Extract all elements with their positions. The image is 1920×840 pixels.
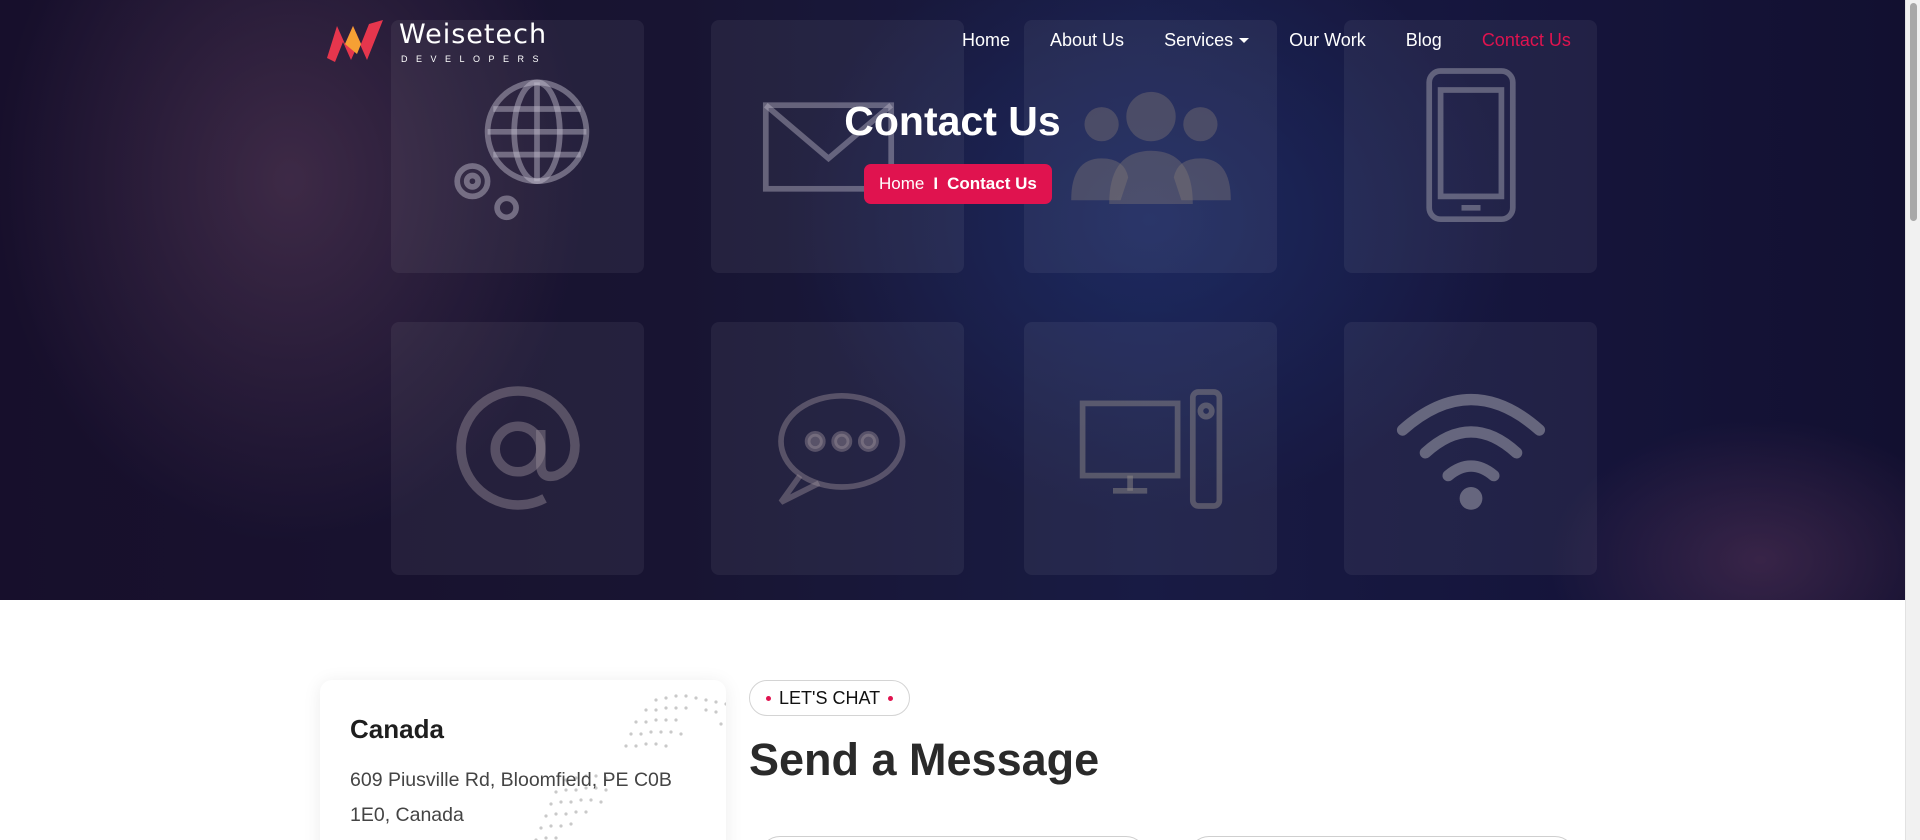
envelope-tile xyxy=(711,20,964,273)
scrollbar-thumb[interactable] xyxy=(1910,3,1917,221)
wifi-icon xyxy=(1396,393,1545,510)
globe-gears-icon xyxy=(453,79,589,220)
page-scrollbar[interactable] xyxy=(1905,0,1920,840)
send-message-heading: Send a Message xyxy=(749,734,1100,785)
brand-logo[interactable]: Weisetech DEVELOPERS xyxy=(323,18,547,64)
email-field[interactable] xyxy=(1189,836,1575,840)
nav-home[interactable]: Home xyxy=(962,30,1010,51)
nav-services-label: Services xyxy=(1164,30,1234,50)
breadcrumb-current: Contact Us xyxy=(947,174,1037,193)
nav-about-us[interactable]: About Us xyxy=(1050,30,1124,51)
badge-dot-right xyxy=(888,695,894,701)
breadcrumb-separator: I xyxy=(933,174,939,193)
caret-down-icon xyxy=(1239,38,1250,43)
at-sign-tile xyxy=(391,322,644,575)
people-icon xyxy=(1070,91,1231,204)
badge-label: LET'S CHAT xyxy=(779,687,881,708)
at-sign-icon xyxy=(455,385,580,510)
people-tile xyxy=(1024,20,1277,273)
nav-services[interactable]: Services xyxy=(1164,30,1250,51)
name-field[interactable] xyxy=(760,836,1146,840)
nav-contact-us[interactable]: Contact Us xyxy=(1482,30,1571,51)
lets-chat-badge: LET'S CHAT xyxy=(749,680,911,716)
main-nav: Home About Us Services Our Work Blog Con… xyxy=(962,30,1571,51)
envelope-icon xyxy=(762,101,894,192)
chat-bubble-tile xyxy=(711,322,964,575)
location-card: Canada 609 Piusville Rd, Bloomfield, PE … xyxy=(320,680,726,840)
location-country: Canada xyxy=(350,714,444,744)
logo-mark-icon xyxy=(327,20,383,62)
badge-dot-left xyxy=(766,695,771,701)
desktop-computer-icon xyxy=(1079,388,1222,509)
location-address: 609 Piusville Rd, Bloomfield, PE C0B 1E0… xyxy=(350,769,672,826)
brand-tagline: DEVELOPERS xyxy=(401,54,548,64)
brand-name: Weisetech xyxy=(399,19,548,50)
nav-our-work[interactable]: Our Work xyxy=(1289,30,1366,51)
breadcrumb-home-link[interactable]: Home xyxy=(879,174,924,194)
page-title: Contact Us xyxy=(844,98,1061,144)
wifi-tile xyxy=(1344,322,1597,575)
smartphone-tile xyxy=(1344,20,1597,273)
chat-bubble-icon xyxy=(777,392,905,505)
breadcrumb: Home I Contact Us xyxy=(864,164,1052,204)
smartphone-icon xyxy=(1425,67,1516,222)
desktop-computer-tile xyxy=(1024,322,1277,575)
nav-blog[interactable]: Blog xyxy=(1406,30,1442,51)
hero-banner: Weisetech DEVELOPERS Home About Us Servi… xyxy=(0,0,1905,600)
